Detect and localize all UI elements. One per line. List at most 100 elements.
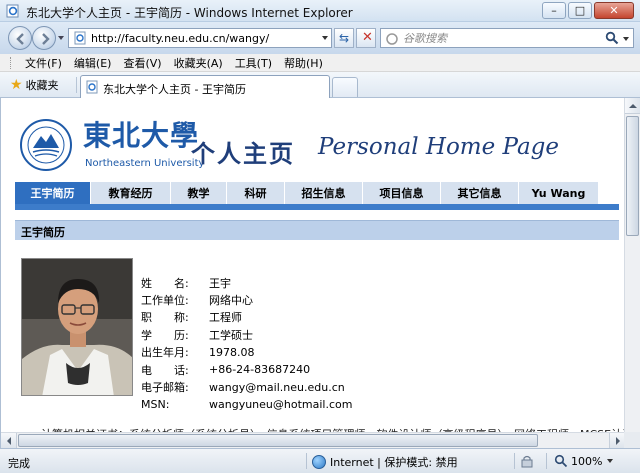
profile-row-email: 电子邮箱: wangy@mail.neu.edu.cn: [141, 378, 352, 395]
horizontal-scroll-thumb[interactable]: [18, 434, 538, 447]
profile-row-name: 姓 名: 王宇: [141, 274, 352, 291]
msn-value: wangyuneu@hotmail.com: [209, 397, 353, 411]
status-divider: [514, 453, 515, 469]
profile-value: 王宇: [209, 276, 231, 290]
profile-label: MSN:: [141, 397, 170, 411]
profile-label: 职 称:: [141, 311, 189, 325]
homepage-title-cn: 个人主页: [191, 140, 295, 168]
menu-help[interactable]: 帮助(H): [278, 54, 329, 72]
profile-value: 工学硕士: [209, 328, 253, 342]
menu-tools[interactable]: 工具(T): [229, 54, 278, 72]
scrollbar-corner: [624, 432, 640, 448]
refresh-button[interactable]: ⇆: [334, 28, 354, 48]
close-icon: ✕: [609, 4, 619, 17]
search-field[interactable]: [380, 28, 634, 48]
back-arrow-icon: [16, 33, 24, 45]
university-logo-text: 東北大學: [83, 119, 200, 152]
site-header: 東北大學 Northeastern University 个人主页 Person…: [15, 112, 619, 186]
menu-file[interactable]: 文件(F): [19, 54, 68, 72]
search-options-dropdown[interactable]: [623, 37, 629, 41]
profile-row-msn: MSN: wangyuneu@hotmail.com: [141, 396, 352, 413]
search-provider-icon: [386, 33, 398, 45]
zoom-icon: [554, 454, 568, 468]
close-button[interactable]: ✕: [594, 2, 634, 19]
favorites-star-icon: ★: [10, 77, 23, 93]
scroll-left-button[interactable]: [1, 433, 17, 448]
menu-edit[interactable]: 编辑(E): [68, 54, 118, 72]
nav-tab-research[interactable]: 科研: [227, 182, 285, 204]
nav-tab-resume[interactable]: 王宇简历: [15, 182, 91, 204]
security-zone[interactable]: Internet | 保护模式: 禁用: [312, 454, 458, 470]
zoom-dropdown-icon[interactable]: [607, 459, 614, 463]
profile-row-workplace: 工作单位: 网络中心: [141, 291, 352, 308]
profile-label: 电 话:: [141, 363, 189, 377]
window-title: 东北大学个人主页 - 王宇简历 - Windows Internet Explo…: [26, 6, 353, 20]
nav-tab-teaching[interactable]: 教学: [171, 182, 227, 204]
site-nav: 王宇简历 教育经历 教学 科研 招生信息 项目信息 其它信息 Yu Wang: [15, 182, 619, 204]
zone-label: Internet | 保护模式: 禁用: [330, 456, 458, 469]
scroll-right-button[interactable]: [609, 433, 624, 448]
horizontal-scrollbar[interactable]: [1, 432, 624, 448]
person-portrait-image: [22, 259, 132, 395]
university-english-name: Northeastern University: [85, 158, 205, 169]
search-input[interactable]: [403, 30, 593, 46]
ie-page-icon: [6, 4, 19, 18]
minimize-button[interactable]: –: [542, 2, 566, 19]
address-dropdown-icon[interactable]: [322, 36, 328, 40]
back-button[interactable]: [8, 26, 32, 50]
globe-icon: [312, 455, 326, 469]
toolbar-grip[interactable]: [10, 56, 13, 69]
title-bar: 东北大学个人主页 - 王宇简历 - Windows Internet Explo…: [0, 0, 640, 22]
profile-photo: [21, 258, 133, 396]
forward-button[interactable]: [32, 26, 56, 50]
new-tab-button[interactable]: [332, 77, 358, 97]
protected-mode-icon[interactable]: [520, 454, 534, 468]
nav-tab-other[interactable]: 其它信息: [441, 182, 519, 204]
page-icon: [74, 31, 86, 45]
recent-pages-dropdown[interactable]: [58, 36, 64, 40]
profile-info-table: 姓 名: 王宇 工作单位: 网络中心 职 称: 工程师 学 历: 工学硕士 出生…: [141, 274, 352, 413]
address-field[interactable]: [68, 28, 332, 48]
profile-label: 姓 名:: [141, 276, 189, 290]
profile-row-phone: 电 话: +86-24-83687240: [141, 361, 352, 378]
menu-favorites[interactable]: 收藏夹(A): [168, 54, 229, 72]
vertical-scrollbar[interactable]: [624, 98, 640, 448]
favorites-button[interactable]: ★ 收藏夹: [6, 76, 63, 94]
tab-divider: [76, 77, 77, 93]
email-link[interactable]: wangy@mail.neu.edu.cn: [209, 381, 345, 394]
zoom-level: 100%: [571, 454, 603, 468]
menu-bar: 文件(F) 编辑(E) 查看(V) 收藏夹(A) 工具(T) 帮助(H): [0, 54, 640, 72]
tab-page-icon: [86, 80, 98, 94]
profile-value: 网络中心: [209, 294, 253, 308]
scroll-up-button[interactable]: [625, 98, 640, 114]
page-viewport: 東北大學 Northeastern University 个人主页 Person…: [0, 98, 624, 448]
maximize-button[interactable]: □: [568, 2, 592, 19]
profile-label: 学 历:: [141, 328, 189, 342]
status-divider: [546, 453, 547, 469]
vertical-scroll-thumb[interactable]: [626, 116, 639, 236]
profile-label: 电子邮箱:: [141, 381, 189, 395]
url-input[interactable]: [91, 30, 311, 46]
nav-tab-education[interactable]: 教育经历: [91, 182, 171, 204]
nav-tab-english[interactable]: Yu Wang: [519, 182, 599, 204]
favorites-label: 收藏夹: [25, 79, 59, 92]
tab-current[interactable]: 东北大学个人主页 - 王宇简历: [80, 75, 330, 98]
profile-row-birth: 出生年月: 1978.08: [141, 344, 352, 361]
profile-label: 出生年月:: [141, 346, 189, 360]
stop-button[interactable]: ✕: [356, 28, 376, 48]
university-seal-icon: [20, 119, 72, 171]
maximize-icon: □: [574, 4, 586, 17]
status-bar: 完成 Internet | 保护模式: 禁用 100%: [0, 448, 640, 473]
profile-row-title: 职 称: 工程师: [141, 309, 352, 326]
nav-tab-admissions[interactable]: 招生信息: [285, 182, 363, 204]
homepage-title-en: Personal Home Page: [318, 134, 560, 160]
nav-tab-projects[interactable]: 项目信息: [363, 182, 441, 204]
status-divider: [306, 453, 307, 469]
profile-value: 1978.08: [209, 345, 255, 359]
favorites-bar: ★ 收藏夹 东北大学个人主页 - 王宇简历: [0, 72, 640, 98]
forward-arrow-icon: [42, 33, 50, 45]
section-title: 王宇简历: [21, 226, 65, 239]
menu-view[interactable]: 查看(V): [117, 54, 167, 72]
search-icon[interactable]: [605, 31, 619, 45]
zoom-control[interactable]: 100%: [554, 454, 614, 468]
